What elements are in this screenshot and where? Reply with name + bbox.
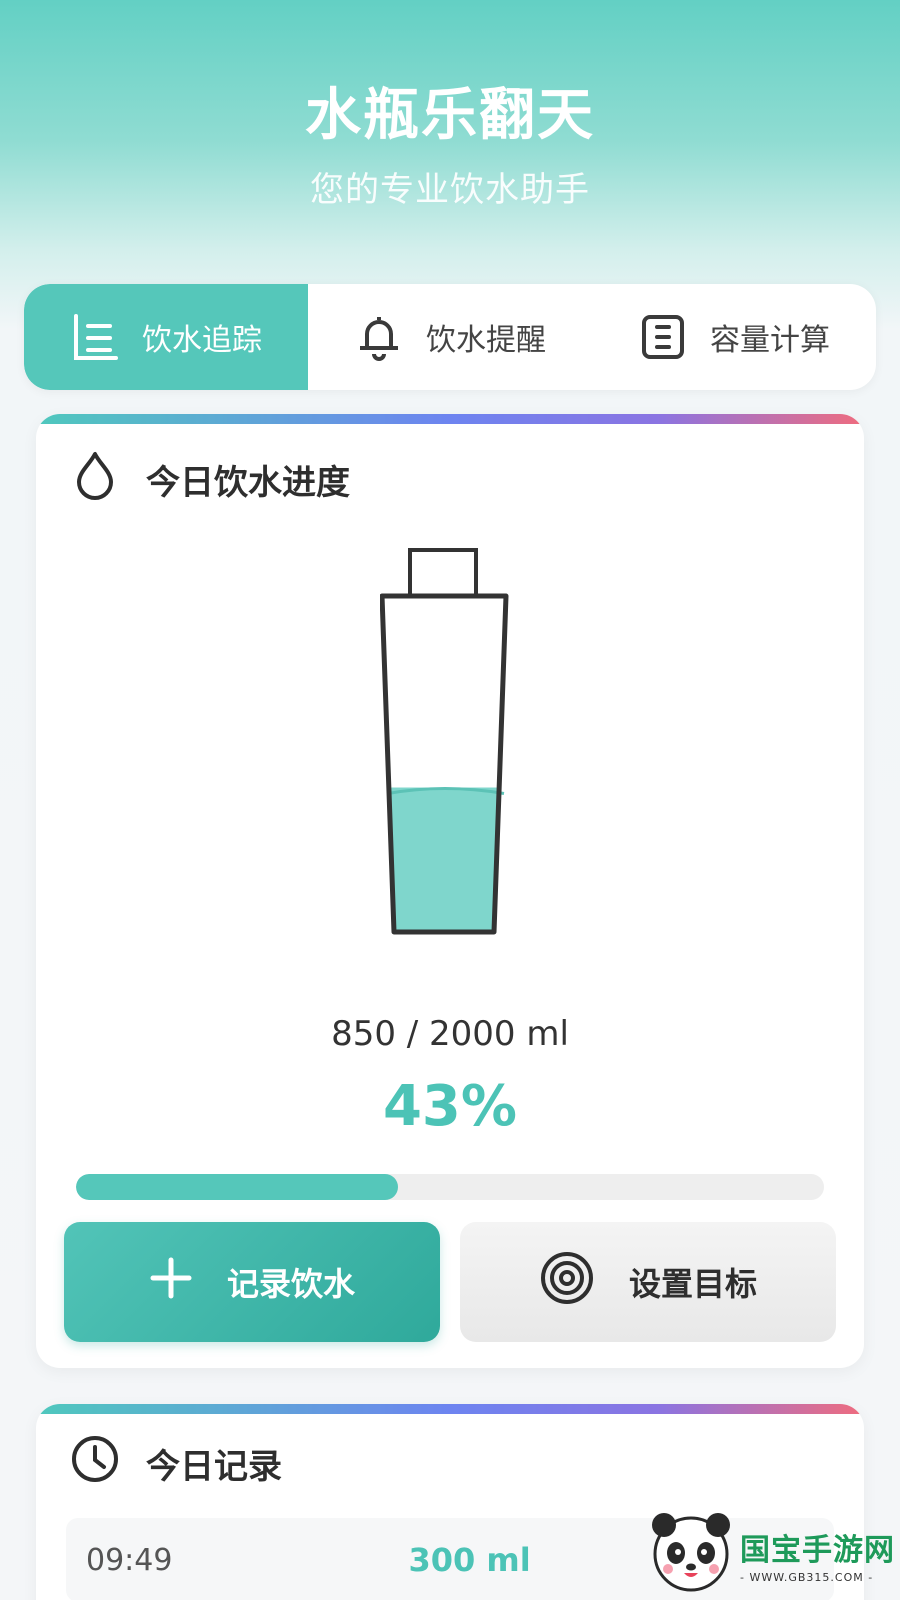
app-screen: 水瓶乐翻天 您的专业饮水助手 饮水追踪 饮水提醒 容量计算 今日饮水进度 850… (0, 0, 900, 1600)
panda-logo (648, 1509, 734, 1599)
watermark-name: 国宝手游网 (740, 1532, 895, 1568)
tab-label: 饮水提醒 (426, 323, 546, 358)
water-drop-icon (70, 450, 120, 509)
gradient-accent-bar (36, 414, 864, 424)
calculator-icon (638, 312, 688, 362)
tab-label: 容量计算 (710, 323, 830, 358)
amount-readout: 850 / 2000 ml (331, 1014, 569, 1054)
record-water-label: 记录饮水 (226, 1265, 355, 1303)
tab-capacity-calc[interactable]: 容量计算 (592, 284, 876, 390)
daily-progress-card: 今日饮水进度 850 / 2000 ml 43% 记录饮水 设置目标 (36, 414, 864, 1368)
clock-icon (70, 1434, 120, 1493)
card-header: 今日记录 (70, 1434, 282, 1493)
tab-bar: 饮水追踪 饮水提醒 容量计算 (24, 284, 876, 390)
water-bottle-graphic (379, 546, 520, 950)
card-title: 今日记录 (146, 1447, 282, 1487)
bottle-cap (408, 548, 478, 598)
set-goal-button[interactable]: 设置目标 (460, 1222, 836, 1342)
tab-water-tracking[interactable]: 饮水追踪 (24, 284, 308, 390)
app-header: 水瓶乐翻天 您的专业饮水助手 (0, 0, 900, 280)
plus-icon (149, 1256, 193, 1308)
set-goal-label: 设置目标 (628, 1265, 757, 1303)
percent-readout: 43% (382, 1074, 518, 1139)
card-title: 今日饮水进度 (146, 463, 350, 503)
card-header: 今日饮水进度 (70, 450, 350, 509)
record-amount: 300 ml (408, 1541, 531, 1579)
watermark-text: 国宝手游网 - WWW.GB315.COM - (740, 1525, 895, 1584)
watermark-url: - WWW.GB315.COM - (740, 1570, 874, 1584)
progress-bar-fill (76, 1174, 398, 1200)
app-subtitle: 您的专业饮水助手 (310, 170, 590, 210)
bell-icon (354, 312, 404, 362)
bottle-svg (379, 548, 509, 935)
progress-bar (76, 1174, 824, 1200)
record-water-button[interactable]: 记录饮水 (64, 1222, 440, 1342)
record-time: 09:49 (86, 1542, 173, 1578)
app-title: 水瓶乐翻天 (305, 83, 595, 148)
target-icon (539, 1250, 595, 1314)
gradient-accent-bar (36, 1404, 864, 1414)
tab-label: 饮水追踪 (142, 323, 262, 358)
tab-water-reminder[interactable]: 饮水提醒 (308, 284, 592, 390)
site-watermark: 国宝手游网 - WWW.GB315.COM - (648, 1508, 898, 1600)
list-chart-icon (70, 312, 120, 362)
